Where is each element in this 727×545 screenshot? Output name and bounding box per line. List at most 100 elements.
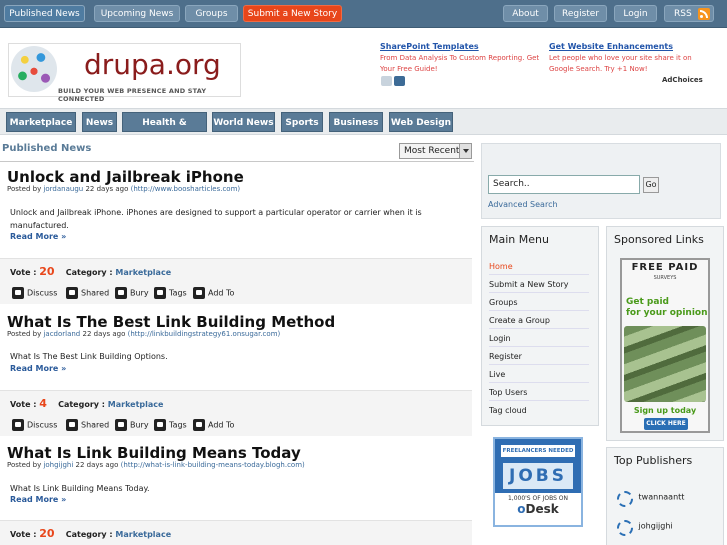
surveys-ad-banner[interactable]: FREE PAID SURVEYS Get paid for your opin… (620, 258, 710, 433)
logo-tagline: BUILD YOUR WEB PRESENCE AND STAY CONNECT… (58, 87, 207, 103)
tags-action[interactable]: Tags (154, 419, 187, 431)
category-world-news[interactable]: World News (212, 112, 275, 132)
vote-line: Vote : 20 Category : Marketplace (10, 527, 171, 540)
add-to-action[interactable]: Add To (193, 287, 234, 299)
ad-signup-text: Sign up today (633, 406, 697, 415)
nav-about[interactable]: About (503, 5, 548, 22)
vote-line: Vote : 20 Category : Marketplace (10, 265, 171, 278)
menu-item-tag-cloud[interactable]: Tag cloud (489, 406, 589, 418)
story-title[interactable]: What Is The Best Link Building Method (7, 313, 335, 331)
category-bar: Marketplace News Health & Fitness World … (0, 108, 727, 148)
story-source-link[interactable]: (http://linkbuildingstrategy61.onsugar.c… (128, 330, 281, 338)
odesk-ad-banner[interactable]: FREELANCERS NEEDED JOBS 1,000'S OF JOBS … (493, 437, 583, 527)
ad-prev-arrow-icon[interactable] (381, 76, 392, 86)
story-meta: Posted by johgijghi 22 days ago (http://… (7, 461, 305, 469)
discuss-action[interactable]: Discuss (12, 419, 57, 431)
nav-groups[interactable]: Groups (185, 5, 238, 22)
search-go-button[interactable]: Go (643, 177, 659, 193)
sort-select[interactable]: Most Recent (399, 143, 472, 159)
discuss-action[interactable]: Discuss (12, 287, 57, 299)
story-source-link[interactable]: (http://www.boosharticles.com) (131, 185, 241, 193)
story-item: Unlock and Jailbreak iPhone Posted by jo… (0, 168, 472, 304)
top-publishers-title: Top Publishers (614, 454, 693, 467)
odesk-ad-jobs-text: JOBS (503, 463, 573, 489)
menu-item-live[interactable]: Live (489, 370, 589, 383)
publisher-name: twannaantt (638, 492, 685, 502)
read-more-link[interactable]: Read More » (10, 495, 66, 504)
ad-title-enhancements[interactable]: Get Website Enhancements (549, 42, 673, 51)
ad-body-enhancements[interactable]: Let people who love your site share it o… (549, 53, 717, 75)
story-title[interactable]: What Is Link Building Means Today (7, 444, 301, 462)
menu-item-register[interactable]: Register (489, 352, 589, 365)
menu-item-groups[interactable]: Groups (489, 298, 589, 311)
ad-next-arrow-icon[interactable] (394, 76, 405, 86)
vote-line: Vote : 4 Category : Marketplace (10, 397, 163, 410)
publisher-item[interactable]: johgijghi (614, 517, 673, 536)
bury-action[interactable]: Bury (115, 419, 149, 431)
story-source-link[interactable]: (http://what-is-link-building-means-toda… (121, 461, 305, 469)
ad-main-line-1: Get paid (626, 297, 669, 307)
search-input[interactable]: Search.. (488, 175, 640, 194)
menu-item-create-group[interactable]: Create a Group (489, 316, 589, 329)
odesk-logo-rest: Desk (525, 502, 559, 516)
nav-login[interactable]: Login (614, 5, 657, 22)
story-author-link[interactable]: jordanaugu (43, 185, 83, 193)
tags-action[interactable]: Tags (154, 287, 187, 299)
story-category-link[interactable]: Marketplace (115, 268, 171, 277)
category-sports[interactable]: Sports (281, 112, 323, 132)
story-age: 22 days ago (85, 185, 129, 193)
section-title: Published News (2, 143, 92, 154)
category-web-design[interactable]: Web Design (389, 112, 453, 132)
publisher-item[interactable]: twannaantt (614, 488, 685, 507)
ad-body-sharepoint[interactable]: From Data Analysis To Custom Reporting. … (380, 53, 540, 75)
site-logo[interactable]: drupa.org BUILD YOUR WEB PRESENCE AND ST… (8, 43, 241, 103)
vote-label: Vote : (10, 268, 37, 277)
story-item: What Is Link Building Means Today Posted… (0, 444, 472, 545)
shared-action[interactable]: Shared (66, 419, 109, 431)
shared-action[interactable]: Shared (66, 287, 109, 299)
menu-item-home[interactable]: Home (489, 262, 589, 275)
story-footer: Vote : 20 Category : Marketplace Discuss… (0, 258, 472, 304)
ad-click-here-button[interactable]: CLICK HERE (644, 418, 688, 430)
advanced-search-link[interactable]: Advanced Search (488, 200, 558, 209)
action-label: Bury (130, 420, 149, 430)
nav-published-news[interactable]: Published News (4, 5, 85, 22)
story-author-link[interactable]: johgijghi (43, 461, 73, 469)
action-label: Shared (81, 420, 110, 430)
vote-count[interactable]: 4 (39, 397, 47, 410)
vote-count[interactable]: 20 (39, 265, 54, 278)
read-more-link[interactable]: Read More » (10, 232, 66, 241)
story-meta: Posted by jordanaugu 22 days ago (http:/… (7, 185, 240, 193)
story-category-link[interactable]: Marketplace (108, 400, 164, 409)
category-marketplace[interactable]: Marketplace (6, 112, 76, 132)
vote-label: Vote : (10, 400, 37, 409)
posted-by-label: Posted by (7, 461, 42, 469)
add-to-action[interactable]: Add To (193, 419, 234, 431)
story-title[interactable]: Unlock and Jailbreak iPhone (7, 168, 244, 186)
nav-submit-story[interactable]: Submit a New Story (243, 5, 342, 22)
menu-item-login[interactable]: Login (489, 334, 589, 347)
nav-rss-label: RSS (674, 9, 692, 19)
read-more-link[interactable]: Read More » (10, 364, 66, 373)
adchoices-label[interactable]: AdChoices (662, 76, 703, 84)
nav-upcoming-news[interactable]: Upcoming News (94, 5, 180, 22)
nav-register[interactable]: Register (554, 5, 607, 22)
vote-count[interactable]: 20 (39, 527, 54, 540)
ad-subheadline: SURVEYS (653, 275, 677, 281)
ad-title-sharepoint[interactable]: SharePoint Templates (380, 42, 479, 51)
category-health-fitness[interactable]: Health & Fitness (122, 112, 207, 148)
nav-rss[interactable]: RSS (664, 5, 714, 22)
ad-main-line-2: for your opinion (626, 308, 708, 318)
action-label: Discuss (27, 288, 58, 298)
story-age: 22 days ago (75, 461, 119, 469)
category-news[interactable]: News (82, 112, 117, 132)
story-category-link[interactable]: Marketplace (115, 530, 171, 539)
bury-action[interactable]: Bury (115, 287, 149, 299)
section-divider (0, 161, 474, 162)
menu-item-top-users[interactable]: Top Users (489, 388, 589, 401)
menu-item-submit-story[interactable]: Submit a New Story (489, 280, 589, 293)
category-label: Category : (58, 400, 105, 409)
main-menu-title: Main Menu (489, 233, 549, 246)
category-business[interactable]: Business (329, 112, 383, 132)
story-author-link[interactable]: jacdorland (43, 330, 80, 338)
